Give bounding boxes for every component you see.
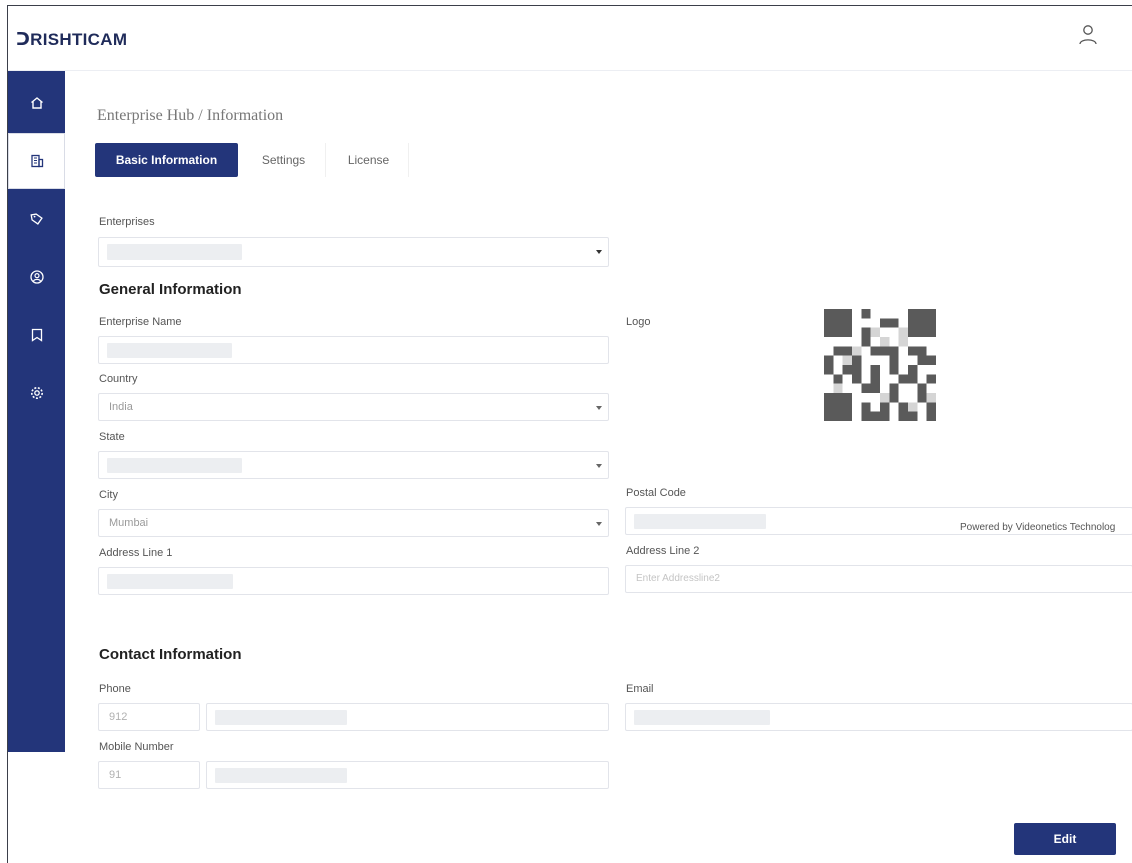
address-line-1-field[interactable]	[98, 567, 609, 595]
mobile-number-field[interactable]	[206, 761, 609, 789]
enterprises-select[interactable]	[98, 237, 609, 267]
mobile-number-label: Mobile Number	[99, 741, 174, 753]
app-logo[interactable]: ᑐRISHTICAM	[16, 30, 127, 50]
general-information-heading: General Information	[99, 281, 242, 298]
email-value	[634, 710, 770, 725]
main-content: Enterprise Hub / Information Basic Infor…	[65, 71, 1132, 863]
chevron-down-icon	[596, 250, 602, 254]
tab-license[interactable]: License	[329, 143, 409, 177]
sidebar-item-enterprise[interactable]	[8, 133, 65, 189]
country-value: India	[109, 401, 133, 413]
country-label: Country	[99, 373, 138, 385]
address-line-2-field[interactable]: Enter Addressline2	[625, 565, 1132, 593]
gear-icon	[30, 387, 43, 399]
state-select[interactable]	[98, 451, 609, 479]
sidebar-item-bookmarks[interactable]	[8, 307, 65, 363]
phone-country-code-field[interactable]: 912	[98, 703, 200, 731]
building-icon	[30, 154, 43, 168]
breadcrumb: Enterprise Hub / Information	[97, 107, 284, 124]
sidebar-item-users[interactable]	[8, 249, 65, 305]
enterprise-name-value	[107, 343, 232, 358]
tab-basic-information[interactable]: Basic Information	[95, 143, 238, 177]
postal-code-label: Postal Code	[626, 487, 686, 499]
tag-icon	[29, 213, 43, 225]
mobile-country-code-value: 91	[109, 769, 122, 781]
postal-code-value	[634, 514, 766, 529]
chevron-down-icon	[596, 406, 602, 410]
enterprise-name-label: Enterprise Name	[99, 316, 182, 328]
phone-number-field[interactable]	[206, 703, 609, 731]
enterprises-selected-value	[107, 244, 242, 260]
email-field[interactable]	[625, 703, 1132, 731]
city-label: City	[99, 489, 118, 501]
powered-by-text: Powered by Videonetics Technolog	[960, 522, 1116, 533]
address-line-2-placeholder: Enter Addressline2	[636, 573, 720, 584]
address-line-1-label: Address Line 1	[99, 547, 173, 559]
chevron-down-icon	[596, 522, 602, 526]
address-line-2-label: Address Line 2	[626, 545, 700, 557]
top-bar: ᑐRISHTICAM	[8, 6, 1132, 71]
address-line-1-value	[107, 574, 233, 589]
mobile-number-value	[215, 768, 347, 783]
enterprise-name-field[interactable]	[98, 336, 609, 364]
sidebar-item-tags[interactable]	[8, 191, 65, 247]
edit-button[interactable]: Edit	[1014, 823, 1116, 855]
logo-label: Logo	[626, 316, 651, 328]
phone-label: Phone	[99, 683, 131, 695]
sidebar	[8, 71, 65, 752]
sidebar-item-settings[interactable]	[8, 365, 65, 421]
country-select[interactable]: India	[98, 393, 609, 421]
sidebar-item-home[interactable]	[8, 75, 65, 131]
tab-settings[interactable]: Settings	[242, 143, 326, 177]
user-profile-icon[interactable]	[1078, 24, 1098, 46]
enterprises-label: Enterprises	[99, 216, 155, 228]
city-value: Mumbai	[109, 517, 149, 529]
enterprise-logo-image	[824, 309, 936, 421]
city-select[interactable]: Mumbai	[98, 509, 609, 537]
app-window: ᑐRISHTICAM Enterprise Hub / Information …	[7, 5, 1132, 863]
state-label: State	[99, 431, 125, 443]
user-circle-icon	[29, 270, 44, 284]
home-icon	[30, 97, 43, 109]
contact-information-heading: Contact Information	[99, 646, 242, 663]
bookmark-icon	[31, 328, 42, 342]
phone-country-code-value: 912	[109, 711, 128, 723]
chevron-down-icon	[596, 464, 602, 468]
phone-number-value	[215, 710, 347, 725]
email-label: Email	[626, 683, 654, 695]
mobile-country-code-field[interactable]: 91	[98, 761, 200, 789]
state-value	[107, 458, 242, 473]
